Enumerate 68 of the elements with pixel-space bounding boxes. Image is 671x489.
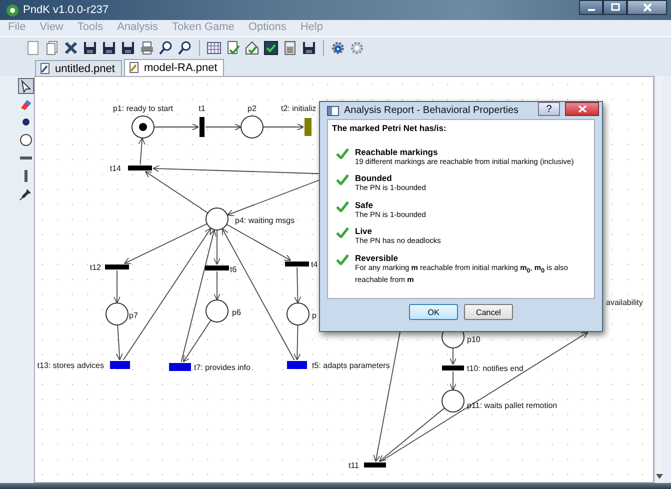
arc-arrow bbox=[138, 138, 146, 165]
transition-label: t10: notifies end bbox=[467, 364, 524, 373]
place-label: p1: ready to start bbox=[112, 104, 174, 113]
minimize-button[interactable] bbox=[579, 0, 603, 15]
net-canvas[interactable] bbox=[34, 76, 654, 483]
property-title: Reversible bbox=[355, 252, 399, 262]
floppy-disk-icon[interactable] bbox=[100, 39, 117, 57]
transition-label: t6 bbox=[230, 265, 237, 274]
transition-label: t12 bbox=[90, 263, 101, 272]
house-check-icon[interactable] bbox=[243, 39, 260, 57]
transition-label: t11 bbox=[348, 461, 359, 470]
arc-arrow bbox=[113, 270, 121, 304]
place-label: p10 bbox=[467, 335, 480, 344]
arc-arrow bbox=[205, 123, 242, 131]
transition-label: t13: stores advices bbox=[37, 361, 104, 370]
window-title: PndK v1.0.0-r237 bbox=[23, 4, 109, 16]
transition-label: t4 bbox=[311, 260, 318, 269]
table-icon[interactable] bbox=[205, 39, 222, 57]
document-tab[interactable]: model-RA.pnet bbox=[124, 59, 224, 76]
window-icon bbox=[327, 106, 339, 116]
maximize-icon bbox=[610, 3, 620, 12]
dialog-title: Analysis Report - Behavioral Properties bbox=[344, 105, 519, 116]
place-label: p6 bbox=[232, 308, 241, 317]
close-icon bbox=[642, 3, 652, 12]
magnifier-icon[interactable] bbox=[176, 39, 193, 57]
close-icon bbox=[578, 105, 586, 113]
property-title: Safe bbox=[355, 200, 374, 210]
transition-label: t7: provides info bbox=[194, 363, 250, 372]
floppy-disk-icon[interactable] bbox=[300, 39, 317, 57]
node-label: availability bbox=[606, 298, 643, 307]
report-heading: The marked Petri Net has/is: bbox=[332, 123, 448, 133]
floppy-disk-icon[interactable] bbox=[81, 39, 98, 57]
transition-label: t14 bbox=[110, 164, 121, 173]
printer-icon[interactable] bbox=[138, 39, 155, 57]
document-tab[interactable]: untitled.pnet bbox=[35, 60, 122, 76]
place-label: p2 bbox=[248, 104, 256, 113]
pointer-tool-icon[interactable] bbox=[18, 78, 34, 94]
ok-button[interactable]: OK bbox=[409, 304, 458, 320]
cancel-button[interactable]: Cancel bbox=[464, 304, 513, 320]
transition-label: t1 bbox=[198, 104, 206, 113]
close-button[interactable] bbox=[565, 102, 599, 116]
property-title: Bounded bbox=[355, 173, 393, 184]
place-label: p4: waiting msgs bbox=[235, 216, 295, 225]
magnifier-icon[interactable] bbox=[157, 39, 174, 57]
token-dot bbox=[139, 123, 147, 131]
property-title: Reachable markings bbox=[355, 147, 439, 157]
transition-label: t2: initializ bbox=[281, 104, 316, 113]
floppy-disk-icon[interactable] bbox=[119, 39, 136, 57]
maximize-button[interactable] bbox=[603, 0, 627, 15]
place-tool-icon[interactable] bbox=[18, 132, 34, 148]
document-icon bbox=[40, 62, 51, 74]
transition-label: t5: adapts parameters bbox=[312, 361, 390, 370]
app-logo-icon bbox=[6, 4, 19, 16]
arc-arrow bbox=[154, 123, 199, 131]
close-button[interactable] bbox=[627, 0, 667, 15]
gear-icon[interactable] bbox=[348, 39, 365, 57]
scroll-down-icon[interactable] bbox=[656, 474, 662, 479]
gear-play-icon[interactable] bbox=[329, 39, 346, 57]
place-label: p bbox=[312, 311, 316, 320]
grid-check-icon[interactable] bbox=[262, 39, 279, 57]
close-icon[interactable] bbox=[62, 39, 79, 57]
pin-tool-icon[interactable] bbox=[18, 186, 34, 202]
place-label: p11: waits pallet remotion bbox=[467, 401, 558, 410]
place-label: p7 bbox=[129, 311, 138, 320]
property-title: Live bbox=[355, 226, 374, 236]
help-button[interactable]: ? bbox=[538, 102, 560, 116]
arc-arrow bbox=[262, 123, 304, 131]
document-icon bbox=[128, 62, 140, 74]
